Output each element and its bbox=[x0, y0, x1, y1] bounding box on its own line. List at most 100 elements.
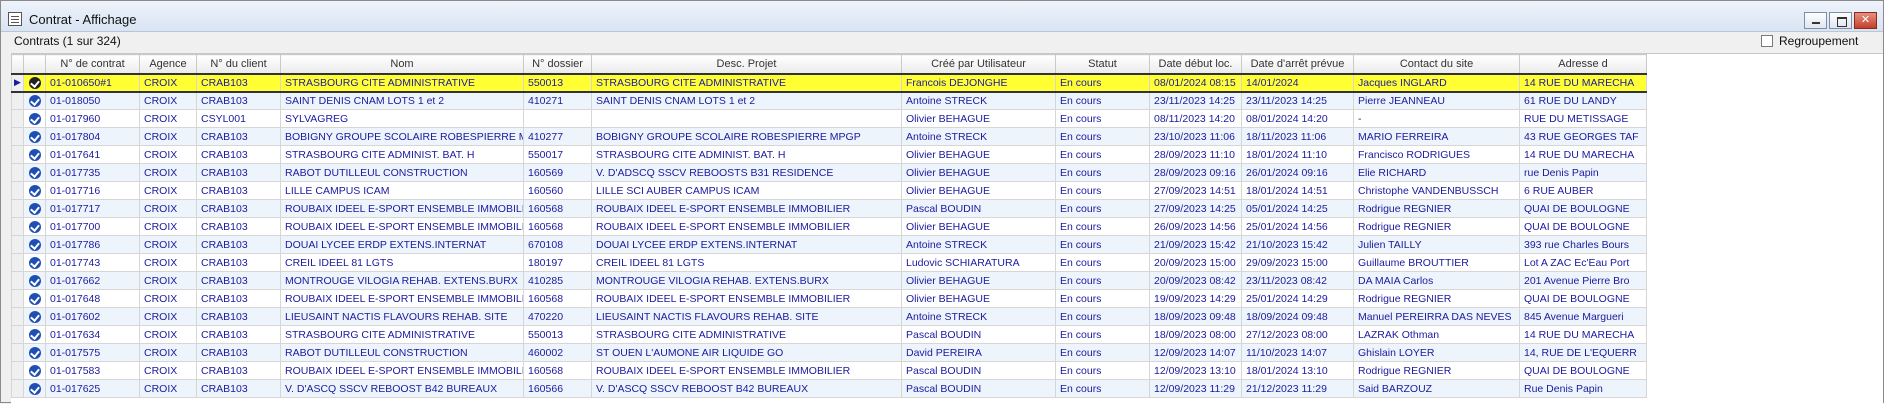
table-cell[interactable]: 05/01/2024 14:25 bbox=[1241, 199, 1354, 218]
table-row[interactable]: 01-017786 CROIX CRAB103 DOUAI LYCEE ERDP EX… bbox=[11, 235, 1647, 254]
table-cell[interactable]: Elie RICHARD bbox=[1353, 163, 1520, 182]
table-cell[interactable]: En cours bbox=[1055, 271, 1150, 290]
table-cell[interactable]: En cours bbox=[1055, 91, 1150, 110]
table-cell[interactable]: CRAB103 bbox=[196, 379, 281, 398]
table-row[interactable]: 01-017634 CROIX CRAB103 STRASBOURG CITE ADM… bbox=[11, 325, 1647, 344]
table-cell[interactable]: STRASBOURG CITE ADMINISTRATIVE bbox=[591, 72, 902, 93]
contracts-grid[interactable]: N° de contrat Agence N° du client Nom N° dos… bbox=[11, 53, 1883, 404]
table-cell[interactable]: Ludovic SCHIARATURA bbox=[901, 253, 1056, 272]
table-cell[interactable]: MONTROUGE VILOGIA REHAB. EXTENS.BURX bbox=[591, 271, 902, 290]
table-cell[interactable]: 18/01/2024 13:10 bbox=[1241, 361, 1354, 380]
column-header[interactable]: Agence bbox=[139, 54, 197, 74]
table-cell[interactable]: ROUBAIX IDEEL E-SPORT ENSEMBLE IMMOBILIE… bbox=[280, 199, 524, 218]
table-cell[interactable]: 160569 bbox=[523, 163, 592, 182]
column-header[interactable]: Statut bbox=[1055, 54, 1150, 74]
table-cell[interactable]: MONTROUGE VILOGIA REHAB. EXTENS.BURX bbox=[280, 271, 524, 290]
table-cell[interactable]: 01-017700 bbox=[45, 217, 140, 236]
table-row[interactable]: 01-017575 CROIX CRAB103 RABOT DUTILLEUL CON… bbox=[11, 343, 1647, 362]
table-row[interactable]: 01-017641 CROIX CRAB103 STRASBOURG CITE ADM… bbox=[11, 145, 1647, 164]
table-cell[interactable]: CROIX bbox=[139, 379, 197, 398]
table-cell[interactable]: 160568 bbox=[523, 199, 592, 218]
table-cell[interactable]: SYLVAGREG bbox=[280, 109, 524, 128]
table-cell[interactable]: CROIX bbox=[139, 307, 197, 326]
table-cell[interactable]: Olivier BEHAGUE bbox=[901, 163, 1056, 182]
table-cell[interactable]: SAINT DENIS CNAM LOTS 1 et 2 bbox=[280, 91, 524, 110]
table-cell[interactable]: 160560 bbox=[523, 181, 592, 200]
table-cell[interactable]: En cours bbox=[1055, 289, 1150, 308]
table-cell[interactable]: CRAB103 bbox=[196, 325, 281, 344]
table-cell[interactable]: 28/09/2023 09:16 bbox=[1149, 163, 1242, 182]
table-cell[interactable]: CROIX bbox=[139, 235, 197, 254]
column-header[interactable]: N° dossier bbox=[523, 54, 592, 74]
table-cell[interactable]: ROUBAIX IDEEL E-SPORT ENSEMBLE IMMOBILIE… bbox=[280, 289, 524, 308]
table-cell[interactable]: Antoine STRECK bbox=[901, 91, 1056, 110]
table-cell[interactable]: 160568 bbox=[523, 289, 592, 308]
table-cell[interactable]: Olivier BEHAGUE bbox=[901, 217, 1056, 236]
table-cell[interactable]: 410271 bbox=[523, 91, 592, 110]
table-cell[interactable]: 14/01/2024 bbox=[1241, 72, 1354, 93]
table-cell[interactable]: 26/01/2024 09:16 bbox=[1241, 163, 1354, 182]
table-cell[interactable]: CRAB103 bbox=[196, 127, 281, 146]
table-cell[interactable]: CRAB103 bbox=[196, 181, 281, 200]
table-cell[interactable]: CRAB103 bbox=[196, 199, 281, 218]
table-cell[interactable]: 29/09/2023 15:00 bbox=[1241, 253, 1354, 272]
table-cell[interactable]: 460002 bbox=[523, 343, 592, 362]
table-cell[interactable]: DOUAI LYCEE ERDP EXTENS.INTERNAT bbox=[591, 235, 902, 254]
table-cell[interactable]: 393 rue Charles Bours bbox=[1519, 235, 1647, 254]
table-cell[interactable]: 01-017960 bbox=[45, 109, 140, 128]
table-cell[interactable]: CRAB103 bbox=[196, 145, 281, 164]
table-row[interactable]: 01-017662 CROIX CRAB103 MONTROUGE VILOGIA R… bbox=[11, 271, 1647, 290]
table-cell[interactable] bbox=[523, 109, 592, 128]
table-cell[interactable]: 201 Avenue Pierre Bro bbox=[1519, 271, 1647, 290]
column-header[interactable]: Créé par Utilisateur bbox=[901, 54, 1056, 74]
column-header[interactable]: Adresse d bbox=[1519, 54, 1647, 74]
table-cell[interactable]: QUAI DE BOULOGNE bbox=[1519, 199, 1647, 218]
table-cell[interactable]: SAINT DENIS CNAM LOTS 1 et 2 bbox=[591, 91, 902, 110]
table-cell[interactable]: BOBIGNY GROUPE SCOLAIRE ROBESPIERRE MPGP bbox=[280, 127, 524, 146]
table-cell[interactable]: CRAB103 bbox=[196, 163, 281, 182]
table-cell[interactable]: STRASBOURG CITE ADMINIST. BAT. H bbox=[591, 145, 902, 164]
table-cell[interactable]: ROUBAIX IDEEL E-SPORT ENSEMBLE IMMOBILIE… bbox=[591, 217, 902, 236]
table-cell[interactable]: 12/09/2023 14:07 bbox=[1149, 343, 1242, 362]
table-cell[interactable]: CROIX bbox=[139, 91, 197, 110]
table-cell[interactable]: CRAB103 bbox=[196, 253, 281, 272]
table-row[interactable]: 01-017648 CROIX CRAB103 ROUBAIX IDEEL E-SPO… bbox=[11, 289, 1647, 308]
table-cell[interactable]: 01-017786 bbox=[45, 235, 140, 254]
table-cell[interactable]: LILLE SCI AUBER CAMPUS ICAM bbox=[591, 181, 902, 200]
table-cell[interactable]: ROUBAIX IDEEL E-SPORT ENSEMBLE IMMOBILIE… bbox=[591, 289, 902, 308]
table-row[interactable]: 01-017717 CROIX CRAB103 ROUBAIX IDEEL E-SPO… bbox=[11, 199, 1647, 218]
table-cell[interactable]: CRAB103 bbox=[196, 271, 281, 290]
table-cell[interactable]: CROIX bbox=[139, 199, 197, 218]
table-cell[interactable]: CRAB103 bbox=[196, 235, 281, 254]
table-cell[interactable]: RUE DU METISSAGE bbox=[1519, 109, 1647, 128]
table-cell[interactable]: CRAB103 bbox=[196, 217, 281, 236]
table-row[interactable]: 01-017583 CROIX CRAB103 ROUBAIX IDEEL E-SPO… bbox=[11, 361, 1647, 380]
table-cell[interactable]: En cours bbox=[1055, 325, 1150, 344]
table-cell[interactable]: 20/09/2023 15:00 bbox=[1149, 253, 1242, 272]
table-cell[interactable]: Rue Denis Papin bbox=[1519, 379, 1647, 398]
table-cell[interactable]: 01-017634 bbox=[45, 325, 140, 344]
table-cell[interactable]: V. D'ADSCQ SSCV REBOOSTS B31 RESIDENCE bbox=[591, 163, 902, 182]
table-cell[interactable]: 11/10/2023 14:07 bbox=[1241, 343, 1354, 362]
table-cell[interactable]: Rodrigue REGNIER bbox=[1353, 217, 1520, 236]
table-cell[interactable]: 180197 bbox=[523, 253, 592, 272]
table-cell[interactable]: CROIX bbox=[139, 343, 197, 362]
table-cell[interactable]: CROIX bbox=[139, 325, 197, 344]
table-cell[interactable]: MARIO FERREIRA bbox=[1353, 127, 1520, 146]
table-cell[interactable]: CRAB103 bbox=[196, 289, 281, 308]
minimize-button[interactable] bbox=[1804, 12, 1827, 29]
table-cell[interactable]: 01-017743 bbox=[45, 253, 140, 272]
table-row[interactable]: ▶ 01-010650#1 CROIX CRAB103 STRASBOURG CITE … bbox=[11, 72, 1647, 93]
table-cell[interactable]: 01-017641 bbox=[45, 145, 140, 164]
table-cell[interactable]: 550013 bbox=[523, 72, 592, 93]
table-row[interactable]: 01-017700 CROIX CRAB103 ROUBAIX IDEEL E-SPO… bbox=[11, 217, 1647, 236]
column-header[interactable]: Nom bbox=[280, 54, 524, 74]
table-cell[interactable]: 01-017717 bbox=[45, 199, 140, 218]
table-cell[interactable]: En cours bbox=[1055, 127, 1150, 146]
table-cell[interactable]: Rodrigue REGNIER bbox=[1353, 199, 1520, 218]
table-cell[interactable]: 27/09/2023 14:25 bbox=[1149, 199, 1242, 218]
table-cell[interactable]: En cours bbox=[1055, 379, 1150, 398]
table-cell[interactable]: DA MAIA Carlos bbox=[1353, 271, 1520, 290]
table-cell[interactable]: 410277 bbox=[523, 127, 592, 146]
table-cell[interactable]: 23/11/2023 14:25 bbox=[1241, 91, 1354, 110]
